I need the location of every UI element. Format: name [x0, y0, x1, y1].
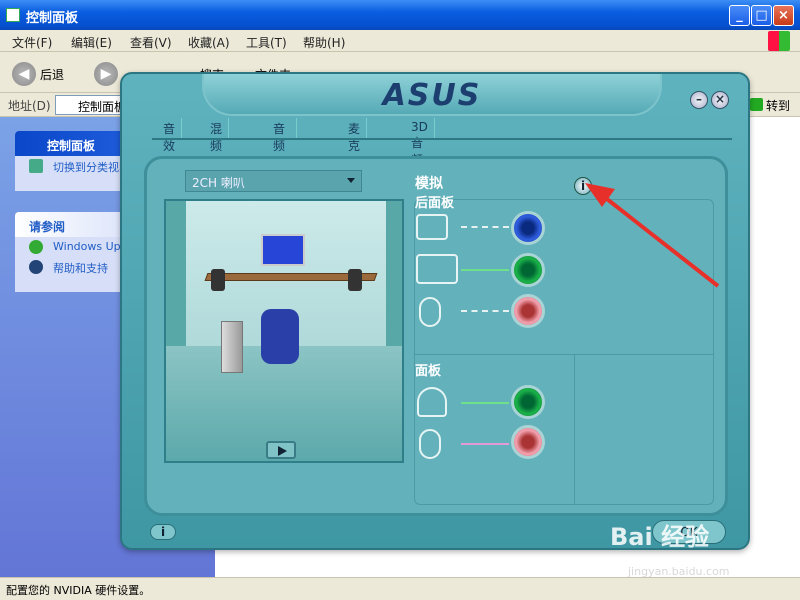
red-annotation-arrow-icon — [585, 183, 720, 288]
baidu-watermark-url: jingyan.baidu.com — [628, 565, 730, 578]
baidu-watermark: Bai 经验 — [610, 523, 710, 551]
